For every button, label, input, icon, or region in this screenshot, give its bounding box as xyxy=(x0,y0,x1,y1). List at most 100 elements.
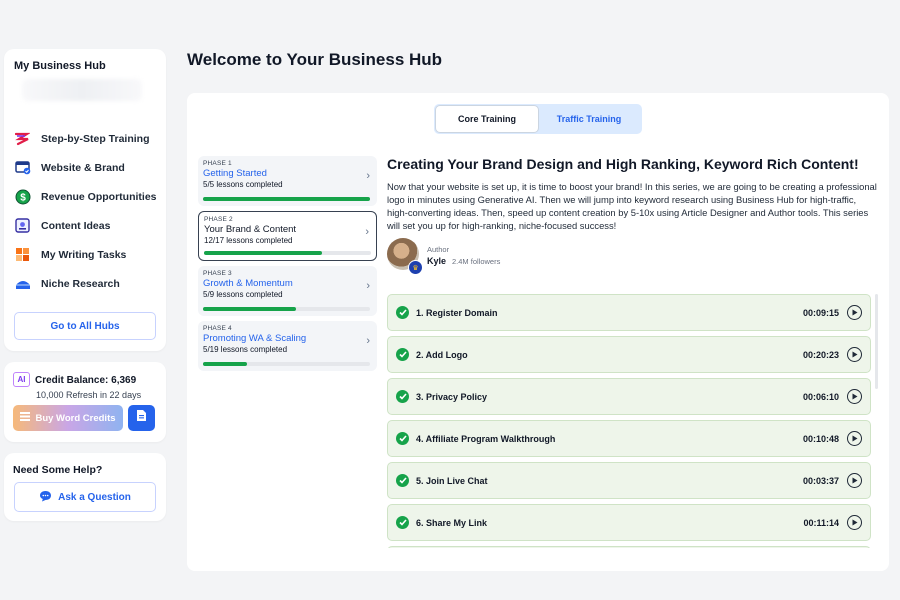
tab-core-training[interactable]: Core Training xyxy=(436,106,538,132)
tab-traffic-training[interactable]: Traffic Training xyxy=(538,106,640,132)
buy-word-credits-label: Buy Word Credits xyxy=(35,412,116,424)
lesson-duration: 00:20:23 xyxy=(802,349,839,360)
credit-refresh: 10,000 Refresh in 22 days xyxy=(36,390,142,400)
phase-name: Promoting WA & Scaling xyxy=(203,333,307,344)
chevron-right-icon: › xyxy=(366,170,370,182)
lesson-scrollbar[interactable] xyxy=(875,294,878,389)
phase-tag: PHASE 4 xyxy=(203,325,232,332)
sidebar-item-content-ideas[interactable]: Content Ideas xyxy=(12,211,162,240)
play-icon[interactable] xyxy=(847,473,862,488)
phase-progress xyxy=(203,362,370,366)
author-label: Author xyxy=(427,245,450,254)
chevron-right-icon: › xyxy=(366,280,370,292)
lesson-row[interactable]: 6. Share My Link 00:11:14 xyxy=(387,504,871,541)
research-icon xyxy=(14,275,31,292)
credits-icon xyxy=(20,412,31,424)
lesson-duration: 00:06:10 xyxy=(802,391,839,402)
play-icon[interactable] xyxy=(847,389,862,404)
lesson-row[interactable]: 5. Join Live Chat 00:03:37 xyxy=(387,462,871,499)
ideas-icon xyxy=(14,217,31,234)
phase-name: Getting Started xyxy=(203,168,267,179)
phase-count: 5/5 lessons completed xyxy=(203,180,283,189)
play-icon[interactable] xyxy=(847,431,862,446)
steps-icon xyxy=(14,130,31,147)
lesson-duration: 00:11:14 xyxy=(803,517,839,528)
phase-card[interactable]: PHASE 3 Growth & Momentum 5/9 lessons co… xyxy=(198,266,377,316)
dollar-icon: $ xyxy=(14,188,31,205)
lesson-duration: 00:10:48 xyxy=(802,433,839,444)
sidebar-item-website[interactable]: Website & Brand xyxy=(12,153,162,182)
crown-icon: ♛ xyxy=(408,260,423,275)
lesson-name: 5. Join Live Chat xyxy=(416,475,488,486)
phase-progress xyxy=(203,307,370,311)
website-icon xyxy=(14,159,31,176)
play-icon[interactable] xyxy=(847,305,862,320)
phase-count: 5/9 lessons completed xyxy=(203,290,283,299)
document-button[interactable] xyxy=(128,405,155,431)
chevron-right-icon: › xyxy=(365,226,369,238)
sidebar-item-label: Step-by-Step Training xyxy=(41,132,150,145)
tasks-icon xyxy=(14,246,31,263)
phase-card[interactable]: PHASE 4 Promoting WA & Scaling 5/19 less… xyxy=(198,321,377,371)
lesson-row[interactable]: 3. Privacy Policy 00:06:10 xyxy=(387,378,871,415)
check-icon xyxy=(396,390,409,403)
phase-card[interactable]: PHASE 1 Getting Started 5/5 lessons comp… xyxy=(198,156,377,206)
ask-a-question-label: Ask a Question xyxy=(58,491,131,503)
lesson-row[interactable]: 1. Register Domain 00:09:15 xyxy=(387,294,871,331)
phase-tag: PHASE 3 xyxy=(203,270,232,277)
check-icon xyxy=(396,474,409,487)
lesson-name: 6. Share My Link xyxy=(416,517,488,528)
chat-icon xyxy=(39,490,52,505)
lesson-row[interactable] xyxy=(387,546,871,548)
credit-card: AI Credit Balance: 6,369 10,000 Refresh … xyxy=(4,362,166,442)
lesson-name: 3. Privacy Policy xyxy=(416,391,488,402)
lesson-row[interactable]: 2. Add Logo 00:20:23 xyxy=(387,336,871,373)
hub-title: My Business Hub xyxy=(14,60,106,72)
play-icon[interactable] xyxy=(847,515,862,530)
phase-progress-fill xyxy=(203,197,370,201)
credit-balance: Credit Balance: 6,369 xyxy=(35,375,137,386)
check-icon xyxy=(396,432,409,445)
page-title: Welcome to Your Business Hub xyxy=(187,50,443,69)
lesson-name: 1. Register Domain xyxy=(416,307,498,318)
sidebar-item-label: Content Ideas xyxy=(41,219,111,232)
buy-word-credits-button[interactable]: Buy Word Credits xyxy=(13,405,123,431)
sidebar-item-label: Niche Research xyxy=(41,277,120,290)
check-icon xyxy=(396,516,409,529)
hub-nav-card: My Business Hub Step-by-Step Training We… xyxy=(4,49,166,351)
sidebar-item-label: Revenue Opportunities xyxy=(41,190,157,203)
hub-placeholder xyxy=(22,79,142,101)
author-name[interactable]: Kyle xyxy=(427,256,446,266)
lesson-name: 4. Affiliate Program Walkthrough xyxy=(416,433,556,444)
phase-list: PHASE 1 Getting Started 5/5 lessons comp… xyxy=(198,156,377,376)
phase-progress xyxy=(204,251,371,255)
series-title: Creating Your Brand Design and High Rank… xyxy=(387,156,859,172)
phase-count: 12/17 lessons completed xyxy=(204,236,293,245)
check-icon xyxy=(396,348,409,361)
sidebar-item-revenue[interactable]: $ Revenue Opportunities xyxy=(12,182,162,211)
ask-a-question-button[interactable]: Ask a Question xyxy=(14,482,156,512)
phase-name: Growth & Momentum xyxy=(203,278,293,289)
play-icon[interactable] xyxy=(847,347,862,362)
sidebar-item-label: My Writing Tasks xyxy=(41,248,127,261)
lesson-row[interactable]: 4. Affiliate Program Walkthrough 00:10:4… xyxy=(387,420,871,457)
lesson-list[interactable]: 1. Register Domain 00:09:15 2. Add Logo … xyxy=(387,294,871,548)
sidebar-item-niche-research[interactable]: Niche Research xyxy=(12,269,162,298)
sidebar-item-writing-tasks[interactable]: My Writing Tasks xyxy=(12,240,162,269)
go-to-all-hubs-button[interactable]: Go to All Hubs xyxy=(14,312,156,340)
phase-count: 5/19 lessons completed xyxy=(203,345,288,354)
lesson-name: 2. Add Logo xyxy=(416,349,468,360)
phase-tag: PHASE 2 xyxy=(204,216,233,223)
phase-progress-fill xyxy=(203,362,247,366)
document-icon xyxy=(136,409,147,427)
lesson-duration: 00:09:15 xyxy=(802,307,839,318)
help-card: Need Some Help? Ask a Question xyxy=(4,453,166,521)
training-panel: Core Training Traffic Training PHASE 1 G… xyxy=(187,93,889,571)
help-title: Need Some Help? xyxy=(13,464,103,476)
phase-card[interactable]: PHASE 2 Your Brand & Content 12/17 lesso… xyxy=(198,211,377,261)
series-description: Now that your website is set up, it is t… xyxy=(387,181,877,231)
phase-progress-fill xyxy=(204,251,322,255)
sidebar-item-training[interactable]: Step-by-Step Training xyxy=(12,124,162,153)
svg-text:$: $ xyxy=(20,192,26,203)
ai-badge: AI xyxy=(13,372,30,387)
